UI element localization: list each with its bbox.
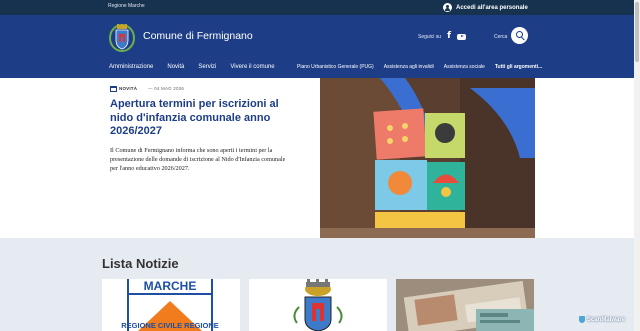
hero-gutter xyxy=(535,78,634,238)
nav-topic-invalidi[interactable]: Assistenza agli invalidi xyxy=(384,64,434,70)
card-image-logo-subtext: REGIONE CIVILE REGIONE xyxy=(121,321,219,330)
nav-all-topics[interactable]: Tutti gli argomenti... xyxy=(495,64,542,70)
topics-nav: Piano Urbanistico Generale (PUG) Assiste… xyxy=(297,62,542,72)
social-links: Seguici su f xyxy=(418,32,466,41)
login-button[interactable]: Accedi all'area personale xyxy=(443,0,528,15)
nav-topic-pug[interactable]: Piano Urbanistico Generale (PUG) xyxy=(297,64,374,70)
facebook-icon[interactable]: f xyxy=(447,32,451,41)
youtube-icon[interactable] xyxy=(457,33,466,40)
news-card-image xyxy=(396,279,534,331)
scanmalware-watermark: ScanMalware xyxy=(579,316,625,323)
slim-header: Regione Marche Accedi all'area personale xyxy=(0,0,634,15)
login-label: Accedi all'area personale xyxy=(456,4,528,11)
news-card-image: MARCHE REGIONE CIVILE REGIONE xyxy=(102,279,240,331)
region-link[interactable]: Regione Marche xyxy=(108,3,145,9)
hero-title[interactable]: Apertura termini per iscrizioni al nido … xyxy=(110,98,280,139)
hero-tag: NOVITÀ xyxy=(119,86,138,91)
user-icon xyxy=(443,3,452,12)
search-button[interactable] xyxy=(511,27,528,44)
hero-image xyxy=(320,78,535,238)
nav-item-servizi[interactable]: Servizi xyxy=(198,64,216,70)
nav-item-amministrazione[interactable]: Amministrazione xyxy=(109,64,153,70)
municipal-crest-logo[interactable] xyxy=(109,22,135,52)
news-card[interactable]: MARCHE REGIONE CIVILE REGIONE xyxy=(102,279,240,331)
site-title[interactable]: Comune di Fermignano xyxy=(143,30,253,42)
shield-icon xyxy=(579,316,585,323)
news-card-image xyxy=(249,279,387,331)
nav-item-novita[interactable]: Novità xyxy=(167,64,184,70)
news-card[interactable] xyxy=(396,279,534,331)
news-card[interactable] xyxy=(249,279,387,331)
calendar-icon xyxy=(110,86,117,92)
site-header: Comune di Fermignano Seguici su f Cerca … xyxy=(0,15,634,78)
hero-description: Il Comune di Fermignano informa che sono… xyxy=(110,147,286,172)
watermark-text: ScanMalware xyxy=(587,316,626,323)
main-nav: Amministrazione Novità Servizi Vivere il… xyxy=(109,62,289,72)
scrollbar-thumb[interactable] xyxy=(635,2,639,62)
search-label: Cerca xyxy=(494,34,508,40)
hero-date: — 04 MAG 2026 xyxy=(148,86,185,91)
card-image-logo-text: MARCHE xyxy=(144,279,197,293)
nav-item-vivere[interactable]: Vivere il comune xyxy=(230,64,274,70)
follow-label: Seguici su xyxy=(418,33,442,40)
news-section-title: Lista Notizie xyxy=(102,256,179,271)
nav-topic-sociale[interactable]: Assistenza sociale xyxy=(444,64,485,70)
page-scrollbar[interactable] xyxy=(634,0,640,331)
